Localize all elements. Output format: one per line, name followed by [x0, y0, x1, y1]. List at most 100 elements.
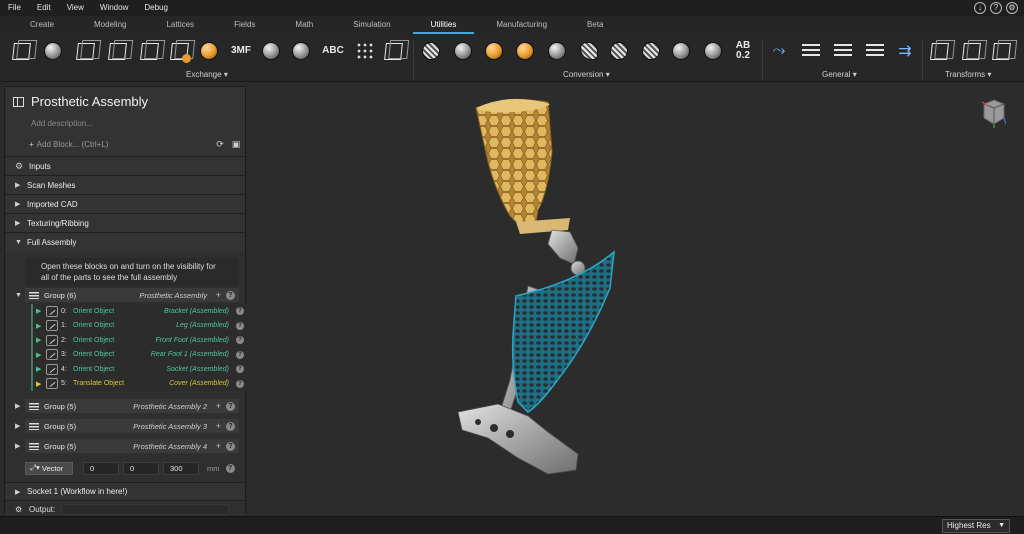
list-filter-icon[interactable] — [862, 38, 888, 64]
convert-voxel-icon[interactable] — [512, 38, 538, 64]
play-icon[interactable]: ▶ — [36, 307, 46, 315]
list-count-icon[interactable] — [830, 38, 856, 64]
tab-math[interactable]: Math — [275, 16, 333, 34]
chevron-right-icon[interactable]: ▶ — [15, 422, 25, 430]
transform-rotate-icon[interactable] — [958, 38, 984, 64]
section-socket[interactable]: ▶ Socket 1 (Workflow in here!) — [5, 482, 245, 501]
export-volume-icon[interactable] — [196, 38, 222, 64]
import-lattice-icon[interactable] — [104, 38, 130, 64]
help-icon[interactable]: ? — [236, 379, 244, 388]
play-icon[interactable]: ▶ — [36, 351, 46, 359]
help-icon[interactable]: ? — [236, 365, 244, 374]
add-icon[interactable]: + — [216, 441, 221, 451]
play-icon[interactable]: ▶ — [36, 365, 46, 373]
help-icon[interactable]: ? — [236, 321, 244, 330]
tab-create[interactable]: Create — [10, 16, 74, 34]
vector-type-button[interactable]: ⤢▾ Vector — [25, 461, 73, 475]
export-mesh-icon[interactable] — [288, 38, 314, 64]
convert-shell-icon[interactable] — [668, 38, 694, 64]
group-block[interactable]: Group (5) Prosthetic Assembly 3 + ? — [25, 419, 239, 433]
tab-modeling[interactable]: Modeling — [74, 16, 146, 34]
help-icon[interactable]: ? — [236, 336, 244, 345]
resolution-select[interactable]: Highest Res ▼ — [942, 519, 1010, 533]
help-icon[interactable]: ? — [226, 421, 235, 431]
convert-surface-icon[interactable] — [544, 38, 570, 64]
export-points-icon[interactable] — [352, 38, 378, 64]
section-full-assembly[interactable]: ▼ Full Assembly — [5, 233, 245, 252]
list-item[interactable]: ▶ 5: Translate Object Cover (Assembled) ? — [33, 377, 259, 392]
vector-x-field[interactable]: 0 — [83, 461, 119, 475]
list-item[interactable]: ▶ 3: Orient Object Rear Foot 1 (Assembled… — [33, 348, 259, 363]
menu-window[interactable]: Window — [92, 0, 136, 16]
description-input[interactable]: Add description... — [31, 119, 93, 128]
page-title[interactable]: Prosthetic Assembly — [31, 94, 148, 109]
help-icon[interactable]: ? — [226, 290, 235, 300]
list-item[interactable]: ▶ 1: Orient Object Leg (Assembled) ? — [33, 319, 259, 334]
group-row-main[interactable]: ▼ Group (6) Prosthetic Assembly + ? — [5, 286, 245, 304]
tab-fields[interactable]: Fields — [214, 16, 275, 34]
ribbon-group-transforms[interactable]: Transforms ▾ — [945, 70, 991, 79]
convert-mesh-icon[interactable] — [418, 38, 444, 64]
panel-layout-icon[interactable] — [13, 97, 24, 107]
download-icon[interactable]: ↓ — [974, 2, 986, 14]
help-icon[interactable]: ? — [236, 350, 244, 359]
save-icon[interactable]: ▣ — [231, 139, 241, 149]
help-icon[interactable]: ? — [226, 401, 235, 411]
tab-beta[interactable]: Beta — [567, 16, 623, 34]
add-icon[interactable]: + — [216, 421, 221, 431]
transform-move-icon[interactable] — [926, 38, 952, 64]
convert-volume-icon[interactable] — [481, 38, 507, 64]
add-icon[interactable]: + — [216, 290, 221, 300]
vector-y-field[interactable]: 0 — [123, 461, 159, 475]
convert-slice-icon[interactable] — [700, 38, 726, 64]
help-icon[interactable]: ? — [990, 2, 1002, 14]
ribbon-group-conversion[interactable]: Conversion ▾ — [563, 70, 610, 79]
vector-z-field[interactable]: 300 — [163, 461, 199, 475]
chevron-right-icon[interactable]: ▶ — [15, 402, 25, 410]
group-row[interactable]: ▶ Group (5) Prosthetic Assembly 3 + ? — [5, 417, 245, 435]
import-cad-icon[interactable] — [72, 38, 98, 64]
tab-manufacturing[interactable]: Manufacturing — [476, 16, 567, 34]
import-part-icon[interactable] — [40, 38, 66, 64]
chevron-down-icon[interactable]: ▼ — [15, 292, 25, 299]
export-part-icon[interactable] — [258, 38, 284, 64]
settings-icon[interactable]: ⚙ — [1006, 2, 1018, 14]
merge-icon[interactable]: ⇉ — [892, 38, 918, 64]
import-mesh-icon[interactable] — [8, 38, 34, 64]
export-text-icon[interactable]: ABC — [320, 38, 346, 64]
output-field[interactable] — [61, 503, 230, 515]
export-graph-icon[interactable] — [380, 38, 406, 64]
help-icon[interactable]: ? — [236, 307, 244, 316]
group-block[interactable]: Group (5) Prosthetic Assembly 2 + ? — [25, 399, 239, 413]
group-row[interactable]: ▶ Group (5) Prosthetic Assembly 2 + ? — [5, 397, 245, 415]
menu-file[interactable]: File — [0, 0, 29, 16]
section-scan-meshes[interactable]: ▶ Scan Meshes — [5, 176, 245, 195]
convert-lattice-icon[interactable] — [638, 38, 664, 64]
import-mesh-folder-icon[interactable] — [136, 38, 162, 64]
help-icon[interactable]: ? — [225, 463, 235, 473]
export-3mf-icon[interactable]: 3MF — [228, 38, 254, 64]
3d-viewport[interactable] — [248, 82, 1024, 516]
import-volume-icon[interactable] — [166, 38, 192, 64]
navigation-cube[interactable] — [980, 98, 1006, 128]
ribbon-group-exchange[interactable]: Exchange ▾ — [186, 70, 228, 79]
convert-implicit-icon[interactable] — [450, 38, 476, 64]
switch-icon[interactable]: ⤳ — [766, 38, 792, 64]
group-row[interactable]: ▶ Group (5) Prosthetic Assembly 4 + ? — [5, 437, 245, 455]
tab-lattices[interactable]: Lattices — [146, 16, 214, 34]
list-icon[interactable] — [798, 38, 824, 64]
ribbon-group-general[interactable]: General ▾ — [822, 70, 857, 79]
chevron-right-icon[interactable]: ▶ — [15, 442, 25, 450]
convert-wire-icon[interactable] — [606, 38, 632, 64]
list-item[interactable]: ▶ 2: Orient Object Front Foot (Assembled)… — [33, 333, 259, 348]
group-block[interactable]: Group (6) Prosthetic Assembly + ? — [25, 288, 239, 302]
help-icon[interactable]: ? — [226, 441, 235, 451]
transform-scale-icon[interactable] — [988, 38, 1014, 64]
list-item[interactable]: ▶ 4: Orient Object Socket (Assembled) ? — [33, 362, 259, 377]
convert-scalar-icon[interactable]: AB 0.2 — [730, 38, 756, 64]
section-imported-cad[interactable]: ▶ Imported CAD — [5, 195, 245, 214]
tab-utilities[interactable]: Utilities — [411, 16, 477, 34]
play-icon[interactable]: ▶ — [36, 322, 46, 330]
menu-edit[interactable]: Edit — [29, 0, 59, 16]
section-texturing[interactable]: ▶ Texturing/Ribbing — [5, 214, 245, 233]
